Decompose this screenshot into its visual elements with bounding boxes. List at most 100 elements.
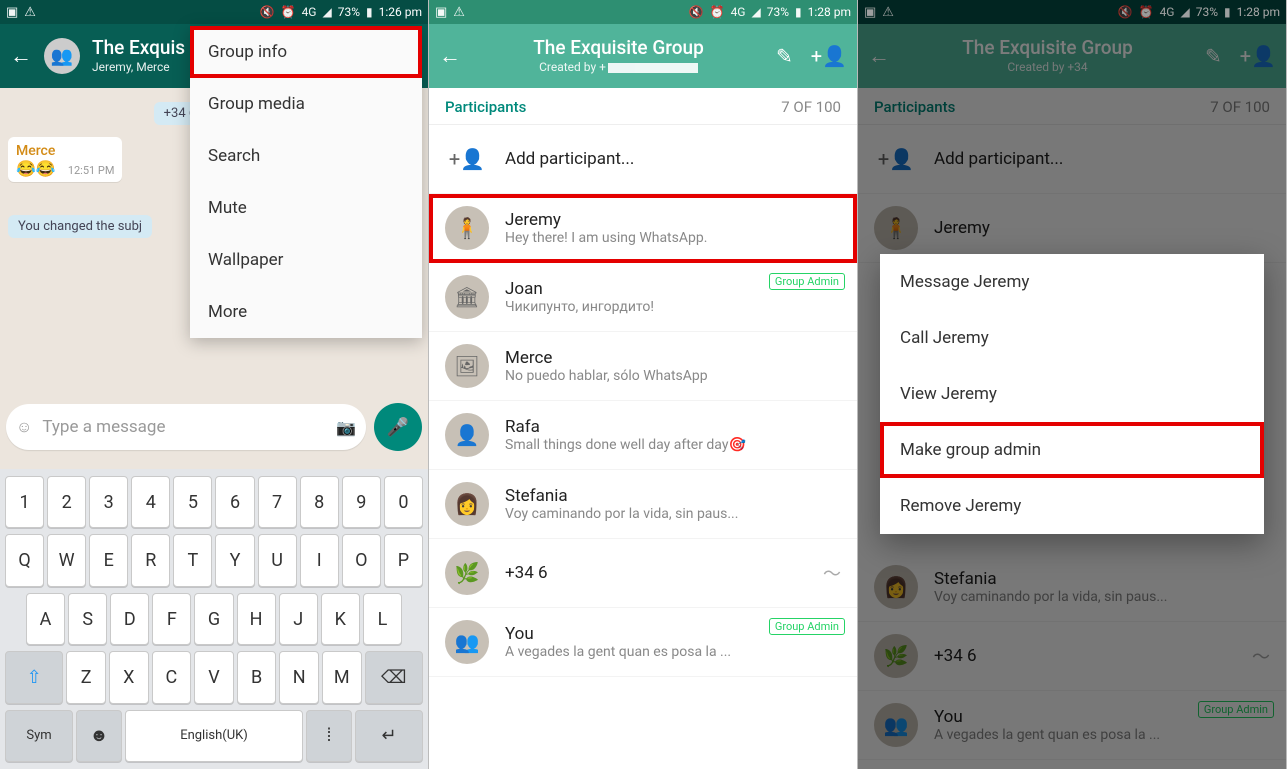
key-backspace[interactable]: ⌫	[365, 651, 423, 703]
key-w[interactable]: W	[47, 534, 86, 586]
key-emoji[interactable]: ☻	[76, 710, 122, 762]
key-v[interactable]: V	[194, 651, 234, 703]
ctx-message[interactable]: Message Jeremy	[880, 254, 1264, 310]
key-4[interactable]: 4	[131, 476, 170, 528]
key-x[interactable]: X	[109, 651, 149, 703]
key-h[interactable]: H	[237, 593, 276, 645]
emoji-icon[interactable]: ☺	[16, 417, 32, 437]
key-u[interactable]: U	[258, 534, 297, 586]
key-q[interactable]: Q	[5, 534, 44, 586]
key-0[interactable]: 0	[384, 476, 423, 528]
section-title: Participants	[445, 98, 526, 116]
key-9[interactable]: 9	[342, 476, 381, 528]
message-time: 12:51 PM	[68, 164, 115, 177]
key-g[interactable]: G	[194, 593, 233, 645]
key-p[interactable]: P	[384, 534, 423, 586]
add-label: Add participant...	[505, 149, 841, 169]
participant-name: Merce	[505, 348, 841, 368]
add-person-icon[interactable]: +👤	[811, 44, 847, 68]
avatar: 🌿	[445, 551, 489, 595]
participant-status: Voy caminando por la vida, sin paus...	[505, 506, 841, 522]
participant-status: A vegades la gent quan es posa la ...	[505, 644, 841, 660]
key-7[interactable]: 7	[258, 476, 297, 528]
key-a[interactable]: A	[26, 593, 65, 645]
participant-you[interactable]: 👥 You A vegades la gent quan es posa la …	[429, 608, 857, 677]
key-2[interactable]: 2	[47, 476, 86, 528]
incoming-message[interactable]: Merce 😂😂 12:51 PM	[8, 137, 122, 182]
key-d[interactable]: D	[110, 593, 149, 645]
key-space[interactable]: English(UK)	[125, 710, 303, 762]
key-1[interactable]: 1	[5, 476, 44, 528]
participant-stefania[interactable]: 👩 Stefania Voy caminando por la vida, si…	[429, 470, 857, 539]
ctx-make-admin[interactable]: Make group admin	[880, 422, 1264, 478]
key-j[interactable]: J	[279, 593, 318, 645]
network-icon: 4G	[731, 5, 746, 19]
key-s[interactable]: S	[68, 593, 107, 645]
key-5[interactable]: 5	[173, 476, 212, 528]
key-y[interactable]: Y	[215, 534, 254, 586]
key-8[interactable]: 8	[300, 476, 339, 528]
key-f[interactable]: F	[152, 593, 191, 645]
participant-rafa[interactable]: 👤 Rafa Small things done well day after …	[429, 401, 857, 470]
group-avatar[interactable]: 👥	[44, 38, 80, 74]
back-button[interactable]: ←	[439, 43, 461, 69]
key-m[interactable]: M	[322, 651, 362, 703]
key-enter[interactable]: ↵	[355, 710, 423, 762]
status-bar: ▣⚠ 🔇 ⏰ 4G ◢ 73% ▮ 1:28 pm	[429, 0, 857, 24]
key-sym[interactable]: Sym	[5, 710, 73, 762]
message-input[interactable]: ☺ Type a message 📷	[6, 404, 366, 450]
key-shift[interactable]: ⇧	[5, 651, 63, 703]
menu-group-media[interactable]: Group media	[190, 78, 422, 130]
ctx-remove[interactable]: Remove Jeremy	[880, 478, 1264, 534]
key-3[interactable]: 3	[89, 476, 128, 528]
edit-icon[interactable]: ✎	[776, 44, 793, 68]
camera-icon[interactable]: 📷	[336, 418, 356, 437]
participant-joan[interactable]: 🏛 Joan Чикипунто, ингордито! Group Admin	[429, 263, 857, 332]
avatar: 🏛	[445, 275, 489, 319]
key-o[interactable]: O	[342, 534, 381, 586]
menu-wallpaper[interactable]: Wallpaper	[190, 234, 422, 286]
menu-search[interactable]: Search	[190, 130, 422, 182]
add-participant[interactable]: +👤 Add participant...	[429, 125, 857, 194]
ctx-call[interactable]: Call Jeremy	[880, 310, 1264, 366]
clock-text: 1:26 pm	[379, 5, 422, 19]
participant-name: Stefania	[505, 486, 841, 506]
key-6[interactable]: 6	[215, 476, 254, 528]
avatar: 🖼	[445, 344, 489, 388]
key-l[interactable]: L	[363, 593, 402, 645]
key-t[interactable]: T	[173, 534, 212, 586]
key-c[interactable]: C	[152, 651, 192, 703]
overflow-menu: Group info Group media Search Mute Wallp…	[190, 26, 422, 338]
participant-jeremy[interactable]: 🧍 Jeremy Hey there! I am using WhatsApp.	[429, 194, 857, 263]
battery-text: 73%	[338, 5, 360, 19]
key-n[interactable]: N	[279, 651, 319, 703]
screen-chat: ▣⚠ 🔇 ⏰ 4G ◢ 73% ▮ 1:26 pm ← 👥 The Exquis…	[0, 0, 429, 769]
participant-status: Hey there! I am using WhatsApp.	[505, 230, 841, 246]
menu-group-info[interactable]: Group info	[190, 26, 422, 78]
key-b[interactable]: B	[237, 651, 277, 703]
alarm-icon: ⏰	[710, 5, 725, 19]
participant-merce[interactable]: 🖼 Merce No puedo hablar, sólo WhatsApp	[429, 332, 857, 401]
screen-context-menu: ▣⚠ 🔇 ⏰ 4G ◢ 73% ▮ 1:28 pm ← The Exquisit…	[858, 0, 1287, 769]
participant-status: Чикипунто, ингордито!	[505, 299, 841, 315]
participant-context-menu: Message Jeremy Call Jeremy View Jeremy M…	[880, 254, 1264, 534]
key-r[interactable]: R	[131, 534, 170, 586]
network-icon: 4G	[302, 5, 317, 19]
key-e[interactable]: E	[89, 534, 128, 586]
participant-name: Rafa	[505, 417, 841, 437]
menu-more[interactable]: More	[190, 286, 422, 338]
keyboard: 1 2 3 4 5 6 7 8 9 0 Q W E R T Y U I O P …	[0, 469, 428, 769]
participant-phone[interactable]: 🌿 +34 6 ～	[429, 539, 857, 608]
key-k[interactable]: K	[321, 593, 360, 645]
avatar: 👤	[445, 413, 489, 457]
mic-button[interactable]: 🎤	[374, 403, 422, 451]
key-z[interactable]: Z	[66, 651, 106, 703]
key-i[interactable]: I	[300, 534, 339, 586]
menu-mute[interactable]: Mute	[190, 182, 422, 234]
key-options[interactable]: ⁞	[306, 710, 352, 762]
avatar: 👩	[445, 482, 489, 526]
ctx-view[interactable]: View Jeremy	[880, 366, 1264, 422]
warning-icon: ⚠	[453, 5, 465, 20]
battery-text: 73%	[767, 5, 789, 19]
back-button[interactable]: ←	[10, 43, 32, 69]
